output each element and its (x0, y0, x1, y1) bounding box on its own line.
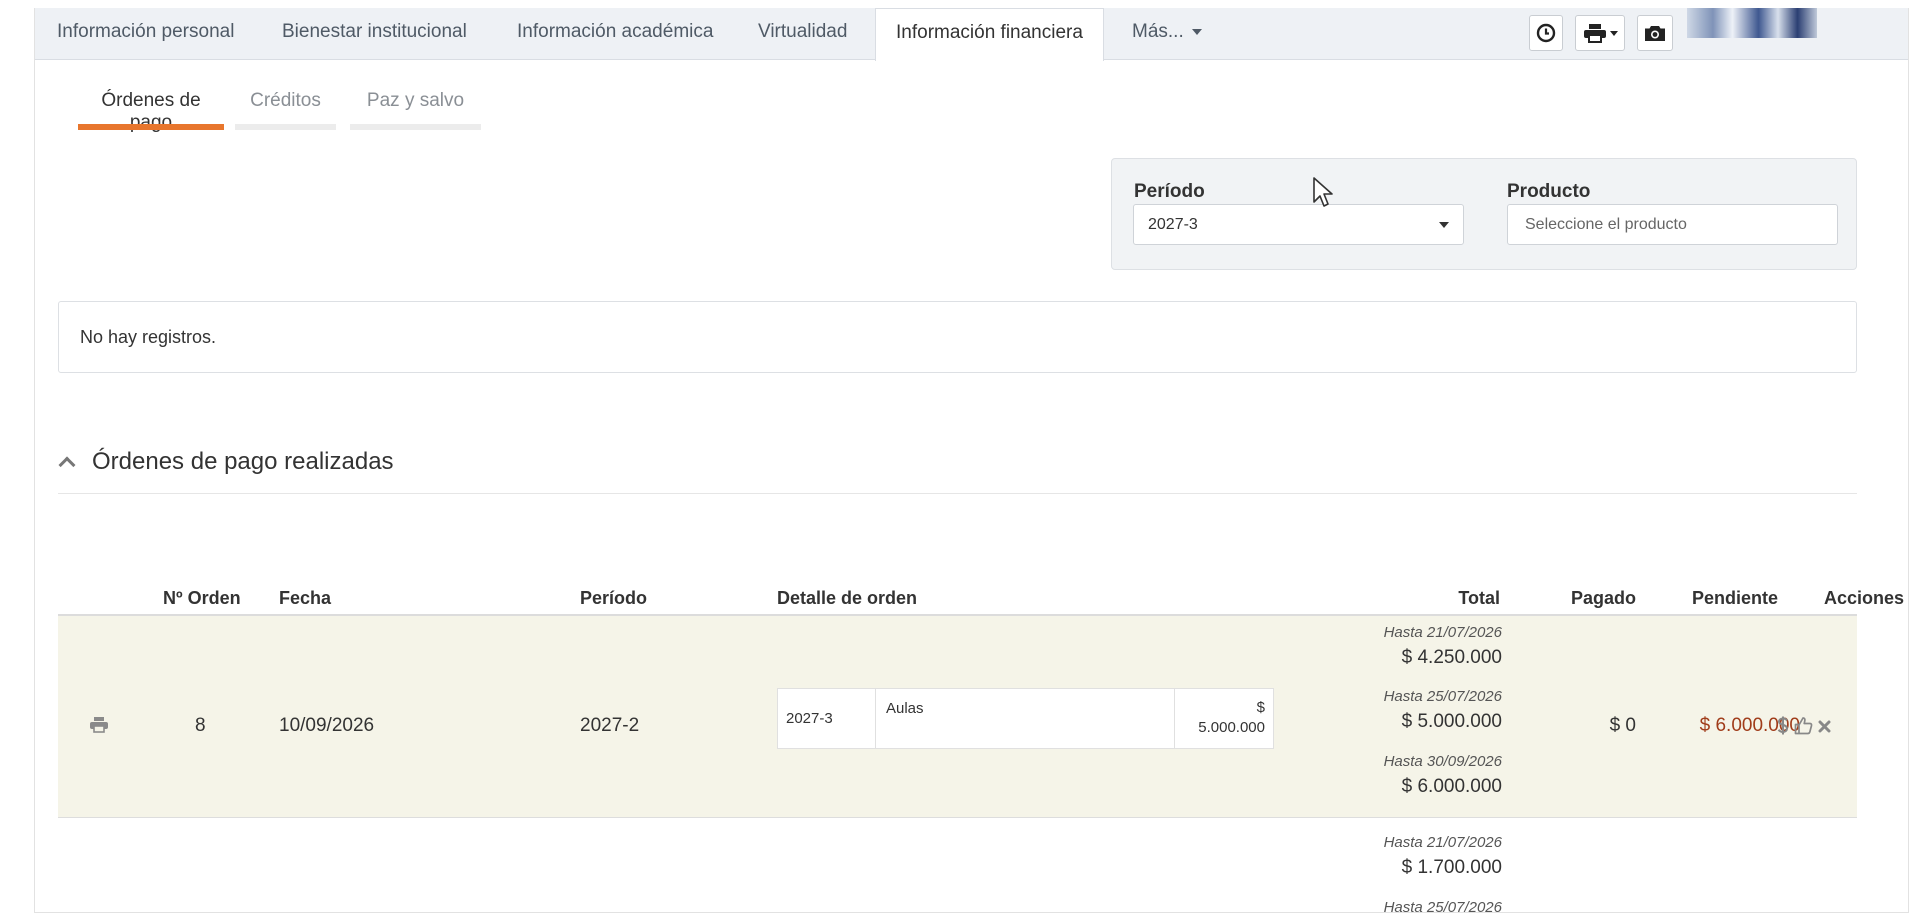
tab-virtualidad[interactable]: Virtualidad (758, 8, 847, 60)
chevron-up-icon[interactable] (58, 456, 76, 474)
printer-icon[interactable] (89, 716, 109, 733)
app-frame: Información personal Bienestar instituci… (34, 8, 1909, 913)
order-date: 10/09/2026 (279, 715, 375, 736)
header-period: Período (580, 588, 648, 608)
tab-bienestar-institucional[interactable]: Bienestar institucional (282, 8, 467, 60)
print-menu-button[interactable] (1575, 15, 1625, 51)
product-input[interactable] (1507, 204, 1838, 245)
tab-informacion-financiera[interactable]: Información financiera (875, 8, 1104, 61)
detail-currency: $ (1256, 699, 1265, 716)
subtab-indicator (78, 124, 224, 130)
subtab-indicator (235, 124, 336, 130)
avatar[interactable] (1687, 8, 1817, 38)
order-period: 2027-2 (580, 715, 640, 736)
header-actions: Acciones (1823, 588, 1904, 608)
subtab-indicator (350, 124, 481, 130)
period-label: Período (1134, 181, 1205, 202)
chevron-down-icon (1609, 30, 1618, 36)
due-amount: $ 5.000.000 (1401, 711, 1502, 732)
due-date-label: Hasta 25/07/2026 (1383, 688, 1502, 705)
close-icon[interactable] (1818, 720, 1831, 733)
period-select-value: 2027-3 (1148, 216, 1198, 233)
header-total: Total (1458, 588, 1500, 608)
no-records-message: No hay registros. (58, 301, 1857, 373)
subtab-creditos[interactable]: Créditos (235, 90, 336, 112)
subtab-paz-y-salvo[interactable]: Paz y salvo (350, 90, 481, 112)
tab-mas[interactable]: Más... (1132, 8, 1202, 60)
tab-informacion-academica[interactable]: Información académica (517, 8, 713, 60)
camera-button[interactable] (1637, 15, 1673, 51)
dollar-icon[interactable] (1777, 716, 1789, 735)
header-date: Fecha (279, 588, 332, 608)
due-amount: $ 6.000.000 (1401, 776, 1502, 797)
printer-icon (1583, 24, 1606, 43)
due-date-label: Hasta 25/07/2026 (1383, 899, 1502, 913)
section-title[interactable]: Órdenes de pago realizadas (92, 448, 394, 476)
chevron-down-icon (1191, 28, 1202, 35)
header-pending: Pendiente (1691, 588, 1778, 608)
due-date-label: Hasta 21/07/2026 (1383, 624, 1502, 641)
top-tabs-bar: Información personal Bienestar instituci… (35, 8, 1908, 61)
tab-label: Más... (1132, 21, 1184, 42)
header-order: Nº Orden (163, 588, 241, 608)
due-amount: $ 4.250.000 (1401, 647, 1502, 668)
header-paid: Pagado (1570, 588, 1636, 608)
order-detail-table: 2027-3 Aulas $ 5.000.000 (777, 688, 1274, 749)
tab-label: Información financiera (896, 22, 1083, 43)
camera-icon (1645, 26, 1665, 41)
order-number: 8 (195, 715, 206, 736)
thumbs-up-icon[interactable] (1794, 716, 1813, 735)
detail-concept: Aulas (886, 700, 924, 717)
detail-amount-value: 5.000.000 (1198, 719, 1265, 736)
tab-informacion-personal[interactable]: Información personal (57, 8, 234, 60)
period-select[interactable]: 2027-3 (1133, 204, 1464, 245)
mouse-cursor-icon (1313, 177, 1333, 207)
due-date-label: Hasta 21/07/2026 (1383, 834, 1502, 851)
due-date-label: Hasta 30/09/2026 (1383, 753, 1502, 770)
history-button[interactable] (1529, 15, 1563, 51)
divider (1174, 689, 1175, 748)
header-detail: Detalle de orden (777, 588, 918, 608)
clock-icon (1536, 23, 1556, 43)
filter-panel: Período 2027-3 Producto (1111, 158, 1857, 270)
divider (875, 689, 876, 748)
detail-amount: $ 5.000.000 (1198, 699, 1265, 758)
chevron-down-icon (1439, 222, 1449, 228)
paid-amount: $ 0 (1609, 715, 1636, 736)
product-label: Producto (1507, 181, 1591, 202)
detail-period: 2027-3 (786, 710, 833, 727)
due-amount: $ 1.700.000 (1401, 857, 1502, 878)
divider (58, 493, 1857, 494)
